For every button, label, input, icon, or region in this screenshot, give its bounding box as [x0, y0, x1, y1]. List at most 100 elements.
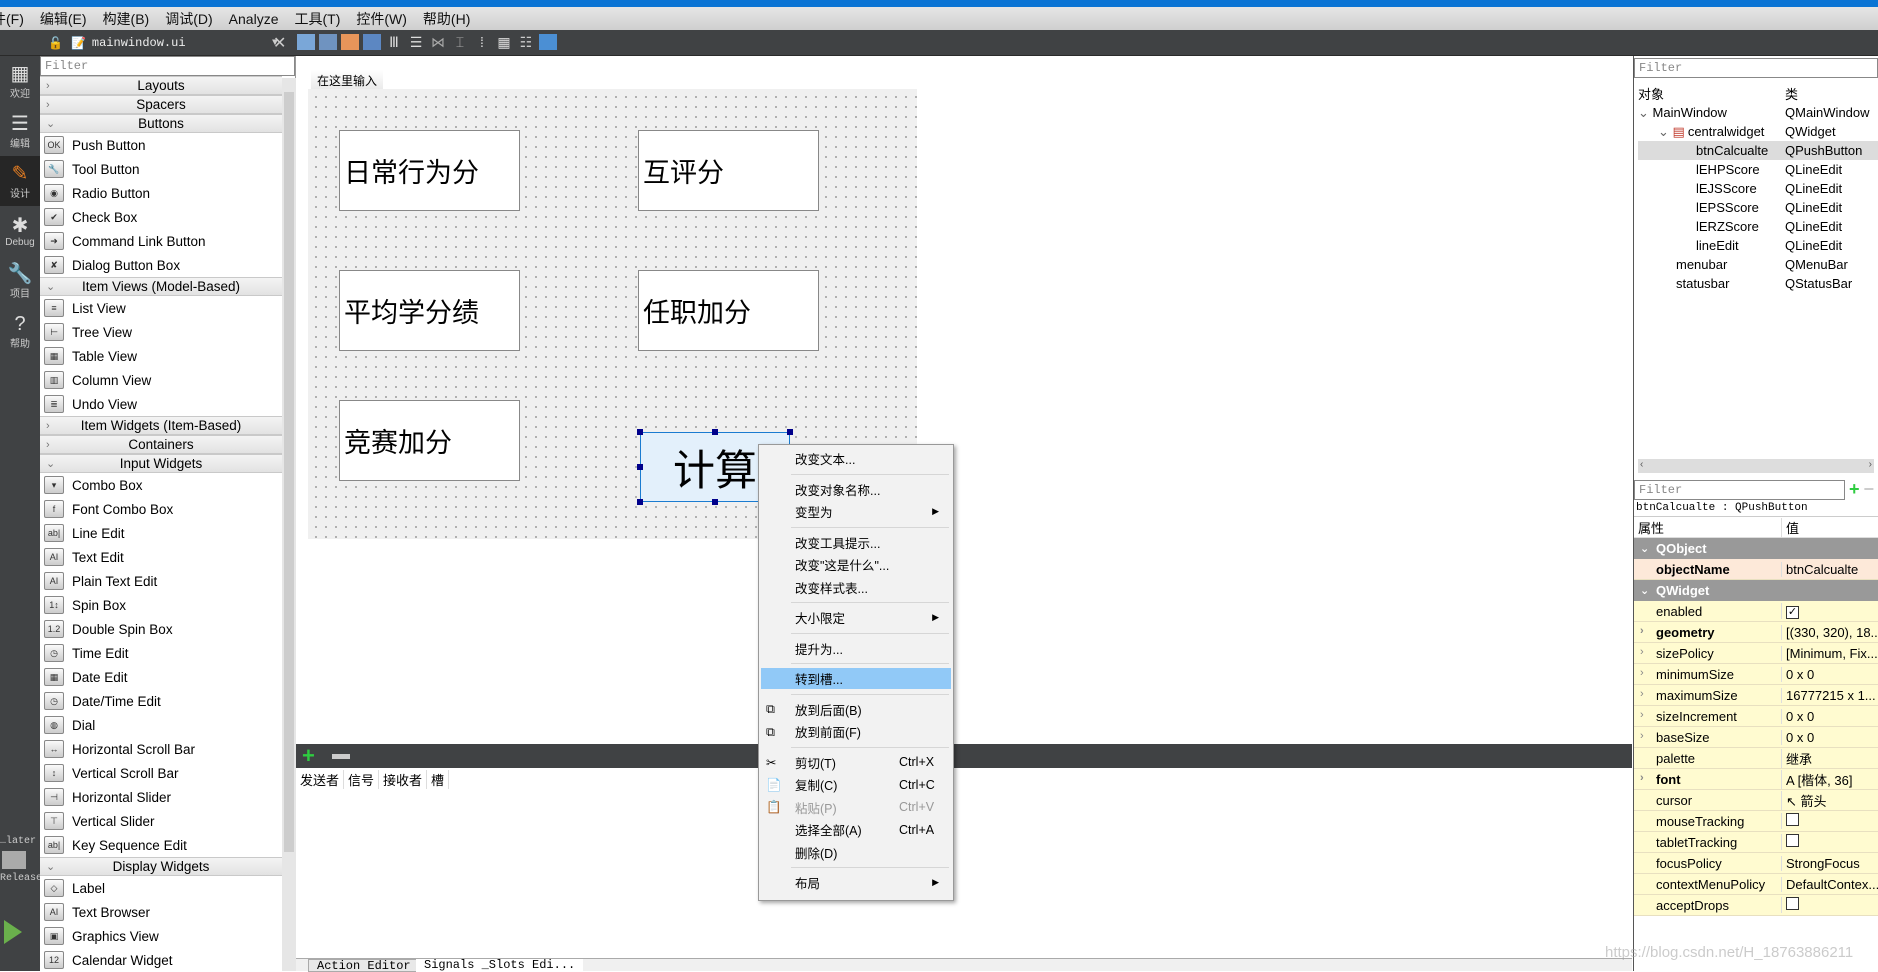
- property-value[interactable]: StrongFocus: [1781, 855, 1878, 871]
- widget-item-calendar-widget[interactable]: 12 Calendar Widget: [40, 948, 282, 972]
- line-edit-competition-bonus[interactable]: 竞赛加分: [339, 400, 520, 481]
- category-layouts[interactable]: › Layouts: [40, 76, 282, 95]
- widget-item-push-button[interactable]: OK Push Button: [40, 133, 282, 157]
- widget-item-text-browser[interactable]: AI Text Browser: [40, 900, 282, 924]
- category-spacers[interactable]: › Spacers: [40, 95, 282, 114]
- edit-buddies-icon[interactable]: [341, 34, 359, 50]
- layout-vertical-icon[interactable]: ☰: [407, 34, 425, 50]
- property-value[interactable]: ✓: [1781, 603, 1878, 619]
- widget-item-plain-text-edit[interactable]: AI Plain Text Edit: [40, 569, 282, 593]
- context-menu-item[interactable]: ✂ 剪切(T) Ctrl+X: [761, 752, 951, 773]
- scroll-left-icon[interactable]: ‹: [1640, 459, 1643, 470]
- widget-item-dial[interactable]: ◍ Dial: [40, 713, 282, 737]
- break-layout-icon[interactable]: ☷: [517, 34, 535, 50]
- property-acceptDrops[interactable]: acceptDrops: [1634, 895, 1878, 916]
- property-value[interactable]: [1781, 897, 1878, 913]
- widget-item-list-view[interactable]: ≡ List View: [40, 296, 282, 320]
- chevron-right-icon[interactable]: ›: [1640, 646, 1644, 658]
- resize-handle[interactable]: [637, 429, 643, 435]
- context-menu-item[interactable]: 提升为...: [761, 638, 951, 659]
- object-filter-input[interactable]: Filter: [1634, 58, 1878, 78]
- context-menu-item[interactable]: ⧉ 放到前面(F): [761, 721, 951, 742]
- property-contextMenuPolicy[interactable]: contextMenuPolicy DefaultContex...: [1634, 874, 1878, 895]
- context-menu-item[interactable]: 改变文本...: [761, 448, 951, 469]
- context-menu-item[interactable]: 布局 ▶: [761, 872, 951, 893]
- property-value[interactable]: ↖ 箭头: [1781, 790, 1878, 810]
- widget-item-time-edit[interactable]: ◷ Time Edit: [40, 641, 282, 665]
- run-icon[interactable]: [4, 920, 22, 944]
- property-mouseTracking[interactable]: mouseTracking: [1634, 811, 1878, 832]
- scrollbar-thumb[interactable]: [284, 92, 294, 852]
- widget-item-command-link-button[interactable]: ➜ Command Link Button: [40, 229, 282, 253]
- property-objectName[interactable]: objectName btnCalcualte: [1634, 559, 1878, 580]
- column-header[interactable]: 信号: [344, 769, 380, 789]
- object-inspector-hscrollbar[interactable]: ‹ ›: [1638, 459, 1874, 473]
- line-edit-peer-review[interactable]: 互评分: [638, 130, 819, 211]
- layout-h-splitter-icon[interactable]: ⋈: [429, 34, 447, 50]
- widget-item-horizontal-scroll-bar[interactable]: ↔ Horizontal Scroll Bar: [40, 737, 282, 761]
- mode-wrench[interactable]: 🔧 项目: [0, 256, 40, 306]
- widget-filter-input[interactable]: Filter: [40, 56, 295, 76]
- checkbox[interactable]: [1786, 897, 1799, 910]
- chevron-right-icon[interactable]: ›: [1640, 625, 1644, 637]
- mode-help[interactable]: ? 帮助: [0, 306, 40, 356]
- tab-action-editor[interactable]: Action Editor: [308, 959, 420, 972]
- mode-edit[interactable]: ☰ 编辑: [0, 106, 40, 156]
- widget-item-label[interactable]: ◇ Label: [40, 876, 282, 900]
- chevron-down-icon[interactable]: ⌄: [1640, 584, 1649, 597]
- column-header[interactable]: 发送者: [296, 769, 345, 789]
- type-here-menu[interactable]: 在这里输入: [311, 70, 384, 91]
- resize-handle[interactable]: [712, 429, 718, 435]
- object-row[interactable]: statusbar QStatusBar: [1638, 274, 1878, 293]
- remove-connection-icon[interactable]: [332, 754, 350, 759]
- mode-pencil[interactable]: ✎ 设计: [0, 156, 40, 206]
- checkbox[interactable]: [1786, 813, 1799, 826]
- widget-item-graphics-view[interactable]: ▣ Graphics View: [40, 924, 282, 948]
- object-row[interactable]: lEHPScore QLineEdit: [1638, 160, 1878, 179]
- property-baseSize[interactable]: › baseSize 0 x 0: [1634, 727, 1878, 748]
- chevron-right-icon[interactable]: ›: [1640, 667, 1644, 679]
- property-value[interactable]: [(330, 320), 18...: [1781, 624, 1878, 640]
- menu-1[interactable]: 编辑(E): [34, 9, 97, 29]
- context-menu-item[interactable]: 大小限定 ▶: [761, 607, 951, 628]
- context-menu-item[interactable]: 选择全部(A) Ctrl+A: [761, 819, 951, 840]
- close-document-icon[interactable]: ✕: [273, 33, 286, 53]
- widget-item-spin-box[interactable]: 1↕ Spin Box: [40, 593, 282, 617]
- object-row[interactable]: menubar QMenuBar: [1638, 255, 1878, 274]
- property-value[interactable]: 16777215 x 1...: [1781, 687, 1878, 703]
- widget-item-tool-button[interactable]: 🔧 Tool Button: [40, 157, 282, 181]
- object-row[interactable]: lEPSScore QLineEdit: [1638, 198, 1878, 217]
- widget-item-tree-view[interactable]: ⊢ Tree View: [40, 320, 282, 344]
- property-value[interactable]: [1781, 813, 1878, 829]
- line-edit-daily-behavior[interactable]: 日常行为分: [339, 130, 520, 211]
- menu-7[interactable]: 帮助(H): [417, 9, 480, 29]
- checkbox[interactable]: [1786, 834, 1799, 847]
- chevron-right-icon[interactable]: ›: [1640, 730, 1644, 742]
- add-connection-icon[interactable]: +: [302, 744, 315, 768]
- property-value[interactable]: 0 x 0: [1781, 666, 1878, 682]
- context-menu-item[interactable]: 改变"这是什么"...: [761, 554, 951, 575]
- line-edit-gpa[interactable]: 平均学分绩: [339, 270, 520, 351]
- property-enabled[interactable]: enabled ✓: [1634, 601, 1878, 622]
- layout-v-splitter-icon[interactable]: ⌶: [451, 34, 469, 50]
- edit-tab-order-icon[interactable]: [363, 34, 381, 50]
- property-group-qwidget[interactable]: ⌄ QWidget: [1634, 580, 1878, 601]
- category-buttons[interactable]: ⌄ Buttons: [40, 114, 282, 133]
- widget-item-date-time-edit[interactable]: ◷ Date/Time Edit: [40, 689, 282, 713]
- widget-item-vertical-scroll-bar[interactable]: ↕ Vertical Scroll Bar: [40, 761, 282, 785]
- mode-grid[interactable]: ▦ 欢迎: [0, 56, 40, 106]
- property-geometry[interactable]: › geometry [(330, 320), 18...: [1634, 622, 1878, 643]
- menu-6[interactable]: 控件(W): [350, 9, 417, 29]
- resize-handle[interactable]: [787, 429, 793, 435]
- checkbox[interactable]: ✓: [1786, 606, 1799, 619]
- chevron-right-icon[interactable]: ›: [1640, 688, 1644, 700]
- layout-horizontal-icon[interactable]: Ⅲ: [385, 34, 403, 50]
- menu-5[interactable]: 工具(T): [288, 9, 350, 29]
- object-row[interactable]: lEJSScore QLineEdit: [1638, 179, 1878, 198]
- property-maximumSize[interactable]: › maximumSize 16777215 x 1...: [1634, 685, 1878, 706]
- column-header[interactable]: 接收者: [379, 769, 428, 789]
- context-menu-item[interactable]: 变型为 ▶: [761, 501, 951, 522]
- property-group-qobject[interactable]: ⌄ QObject: [1634, 538, 1878, 559]
- widget-item-combo-box[interactable]: ▾ Combo Box: [40, 473, 282, 497]
- scroll-right-icon[interactable]: ›: [1869, 459, 1872, 470]
